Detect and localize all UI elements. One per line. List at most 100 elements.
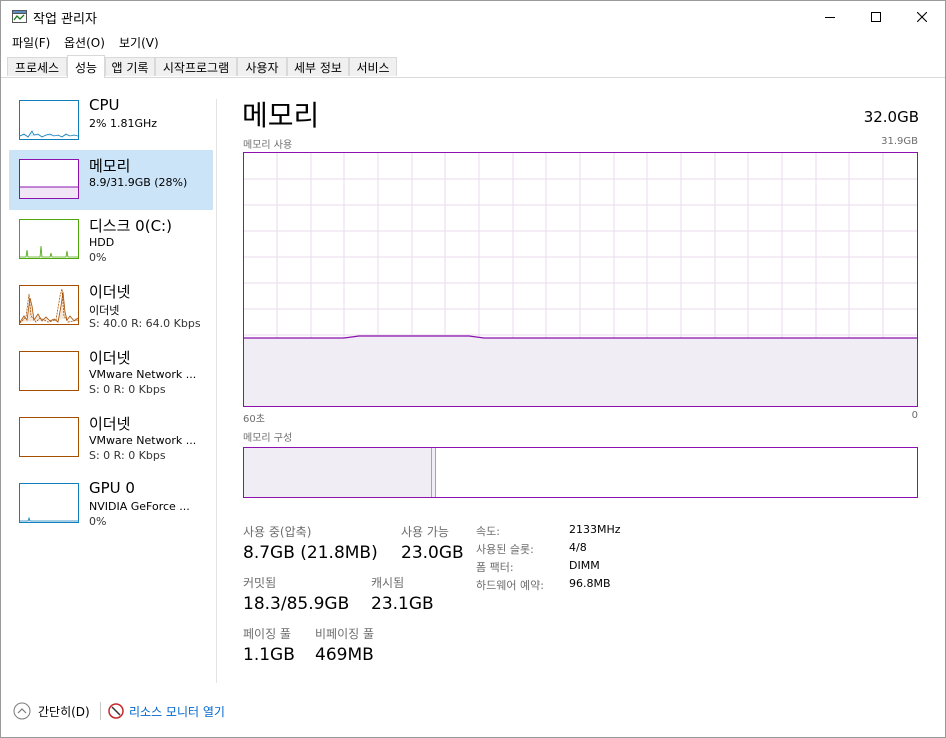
committed-label: 커밋됨 bbox=[243, 576, 277, 590]
menu-file[interactable]: 파일(F) bbox=[12, 34, 50, 51]
sidebar-ethernet-3-adapter: VMware Network ... bbox=[89, 434, 197, 447]
tab-processes[interactable]: 프로세스 bbox=[7, 57, 67, 76]
in-use-label: 사용 중(압축) bbox=[243, 525, 312, 539]
composition-in-use-segment bbox=[244, 448, 432, 497]
sidebar-ethernet-1-title: 이더넷 bbox=[89, 283, 131, 301]
sidebar-disk-title: 디스크 0(C:) bbox=[89, 217, 172, 235]
sidebar-ethernet-3-throughput: S: 0 R: 0 Kbps bbox=[89, 449, 166, 462]
resource-monitor-label: 리소스 모니터 열기 bbox=[129, 705, 225, 719]
cpu-sparkline bbox=[20, 130, 78, 138]
window-title: 작업 관리자 bbox=[33, 12, 97, 27]
fewer-details-label: 간단히(D) bbox=[38, 705, 90, 719]
sidebar-ethernet-3-title: 이더넷 bbox=[89, 415, 131, 433]
sidebar-gpu-usage: 0% bbox=[89, 515, 107, 528]
available-value: 23.0GB bbox=[401, 543, 464, 563]
ethernet-1-sparkline bbox=[20, 288, 78, 324]
tab-details[interactable]: 세부 정보 bbox=[287, 57, 349, 76]
disk-thumbnail-graph bbox=[19, 219, 79, 259]
form-factor-label: 폼 팩터: bbox=[476, 561, 514, 574]
tab-performance[interactable]: 성능 bbox=[67, 55, 105, 78]
sidebar-item-cpu[interactable]: CPU 2% 1.81GHz bbox=[9, 91, 213, 151]
available-label: 사용 가능 bbox=[401, 525, 449, 539]
sidebar-disk-usage: 0% bbox=[89, 251, 107, 264]
paged-pool-label: 페이징 풀 bbox=[243, 627, 291, 641]
ethernet-2-thumbnail-graph bbox=[19, 351, 79, 391]
nonpaged-pool-label: 비페이징 풀 bbox=[315, 627, 375, 641]
sidebar-cpu-title: CPU bbox=[89, 96, 120, 114]
cpu-thumbnail-graph bbox=[19, 100, 79, 140]
task-manager-app-icon bbox=[12, 10, 27, 23]
speed-value: 2133MHz bbox=[569, 523, 621, 536]
committed-value: 18.3/85.9GB bbox=[243, 594, 350, 614]
disk-sparkline bbox=[20, 245, 78, 258]
tab-startup[interactable]: 시작프로그램 bbox=[155, 57, 237, 76]
memory-composition-label: 메모리 구성 bbox=[243, 433, 293, 444]
slots-value: 4/8 bbox=[569, 541, 587, 554]
paged-pool-value: 1.1GB bbox=[243, 645, 295, 665]
cached-value: 23.1GB bbox=[371, 594, 434, 614]
gpu-sparkline bbox=[20, 516, 78, 522]
gpu-thumbnail-graph bbox=[19, 483, 79, 523]
sidebar-ethernet-2-title: 이더넷 bbox=[89, 349, 131, 367]
menu-options[interactable]: 옵션(O) bbox=[64, 34, 105, 51]
memory-usage-max: 31.9GB bbox=[881, 136, 918, 147]
in-use-value: 8.7GB (21.8MB) bbox=[243, 543, 378, 563]
sidebar-item-ethernet-3[interactable]: 이더넷 VMware Network ... S: 0 R: 0 Kbps bbox=[9, 408, 213, 468]
sidebar-gpu-title: GPU 0 bbox=[89, 479, 135, 497]
slots-label: 사용된 슬롯: bbox=[476, 543, 534, 556]
tab-users[interactable]: 사용자 bbox=[237, 57, 287, 76]
ethernet-3-thumbnail-graph bbox=[19, 417, 79, 457]
tab-strip: 프로세스 성능 앱 기록 시작프로그램 사용자 세부 정보 서비스 bbox=[1, 55, 945, 78]
task-manager-window: 작업 관리자 파일(F) 옵션(O) 보기(V) 프로세스 성능 앱 기록 시작… bbox=[0, 0, 946, 738]
menu-view[interactable]: 보기(V) bbox=[119, 34, 159, 51]
tab-app-history[interactable]: 앱 기록 bbox=[105, 57, 155, 76]
sidebar-disk-type: HDD bbox=[89, 236, 115, 249]
menu-bar: 파일(F) 옵션(O) 보기(V) bbox=[1, 32, 945, 52]
sidebar-item-gpu[interactable]: GPU 0 NVIDIA GeForce ... 0% bbox=[9, 474, 213, 534]
memory-usage-plot bbox=[244, 153, 917, 406]
tab-services[interactable]: 서비스 bbox=[349, 57, 397, 76]
graph-axis-left: 60초 bbox=[243, 414, 265, 425]
minimize-button[interactable] bbox=[807, 1, 853, 32]
fewer-details-button[interactable]: 간단히(D) bbox=[13, 701, 97, 721]
chevron-up-circle-icon bbox=[13, 702, 31, 720]
speed-label: 속도: bbox=[476, 525, 500, 538]
title-bar[interactable]: 작업 관리자 bbox=[1, 1, 945, 32]
memory-total: 32.0GB bbox=[863, 108, 919, 126]
sidebar-memory-title: 메모리 bbox=[89, 157, 131, 175]
memory-composition-bar bbox=[243, 447, 918, 498]
sidebar-cpu-detail: 2% 1.81GHz bbox=[89, 117, 158, 130]
close-button[interactable] bbox=[899, 1, 945, 32]
close-icon bbox=[917, 11, 927, 22]
resource-monitor-link[interactable]: 리소스 모니터 열기 bbox=[108, 701, 243, 721]
sidebar-item-memory[interactable]: 메모리 8.9/31.9GB (28%) bbox=[9, 150, 213, 210]
memory-thumbnail-graph bbox=[19, 159, 79, 199]
sidebar-divider bbox=[216, 99, 217, 683]
hardware-reserved-label: 하드웨어 예약: bbox=[476, 579, 544, 592]
sidebar-gpu-adapter: NVIDIA GeForce ... bbox=[89, 500, 190, 513]
sidebar-memory-detail: 8.9/31.9GB (28%) bbox=[89, 176, 188, 189]
form-factor-value: DIMM bbox=[569, 559, 600, 572]
nonpaged-pool-value: 469MB bbox=[315, 645, 374, 665]
sidebar-ethernet-2-throughput: S: 0 R: 0 Kbps bbox=[89, 383, 166, 396]
ethernet-1-thumbnail-graph bbox=[19, 285, 79, 325]
sidebar-item-ethernet-2[interactable]: 이더넷 VMware Network ... S: 0 R: 0 Kbps bbox=[9, 342, 213, 402]
page-title: 메모리 bbox=[242, 99, 320, 132]
footer-separator bbox=[100, 702, 101, 720]
minimize-icon bbox=[825, 16, 835, 18]
sidebar-ethernet-1-throughput: S: 40.0 R: 64.0 Kbps bbox=[89, 317, 201, 330]
cached-label: 캐시됨 bbox=[371, 576, 405, 590]
memory-usage-label: 메모리 사용 bbox=[243, 140, 293, 151]
sidebar-ethernet-1-adapter: 이더넷 bbox=[89, 304, 120, 317]
footer: 간단히(D) 리소스 모니터 열기 bbox=[1, 691, 945, 737]
memory-sparkline bbox=[20, 186, 78, 198]
hardware-reserved-value: 96.8MB bbox=[569, 577, 611, 590]
sidebar-item-disk[interactable]: 디스크 0(C:) HDD 0% bbox=[9, 210, 213, 270]
composition-modified-segment bbox=[432, 448, 436, 497]
maximize-icon bbox=[871, 11, 881, 22]
sidebar-item-ethernet-1[interactable]: 이더넷 이더넷 S: 40.0 R: 64.0 Kbps bbox=[9, 276, 213, 336]
memory-usage-graph bbox=[243, 152, 918, 407]
maximize-button[interactable] bbox=[853, 1, 899, 32]
graph-axis-right: 0 bbox=[911, 410, 918, 421]
sidebar-ethernet-2-adapter: VMware Network ... bbox=[89, 368, 197, 381]
